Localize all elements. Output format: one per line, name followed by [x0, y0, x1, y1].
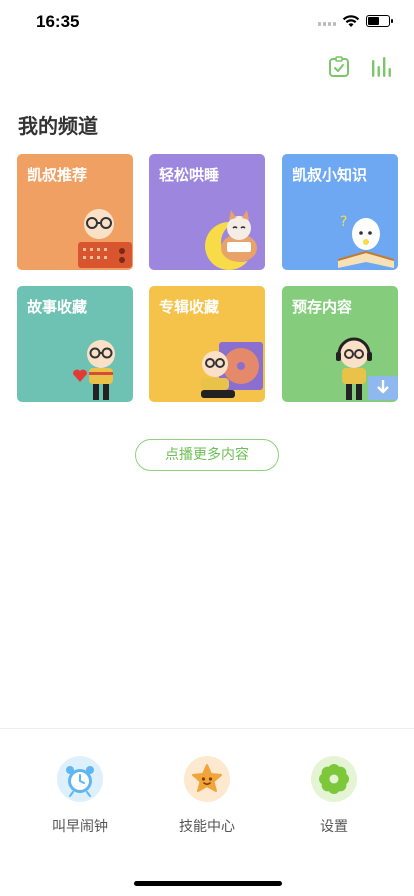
- channel-card-label: 凯叔推荐: [27, 166, 88, 184]
- bars-icon[interactable]: [371, 56, 393, 78]
- tab-alarm[interactable]: 叫早闹钟: [30, 756, 130, 836]
- old-man-heart-icon: [72, 340, 115, 400]
- tab-skills[interactable]: 技能中心: [157, 756, 257, 836]
- page-title: 我的频道: [18, 114, 98, 138]
- channel-card-label: 专辑收藏: [159, 298, 220, 316]
- channel-card-label: 预存内容: [292, 298, 353, 316]
- channel-card-saved-content[interactable]: 预存内容: [282, 286, 398, 402]
- channel-card-album-favorites[interactable]: 专辑收藏: [149, 286, 265, 402]
- old-man-radio-icon: [78, 209, 132, 268]
- tab-settings[interactable]: 设置: [284, 756, 384, 836]
- channel-card-knowledge[interactable]: 凯叔小知识 ?: [282, 154, 398, 270]
- star-icon: [184, 756, 230, 802]
- status-bar: 16:35: [0, 0, 414, 44]
- channel-card-label: 凯叔小知识: [292, 166, 368, 184]
- svg-text:?: ?: [340, 214, 347, 230]
- channel-grid: 凯叔推荐 轻松哄睡 凯叔小知识 ? 故事收藏 专辑收藏 预存内容: [17, 154, 398, 402]
- alarm-clock-icon: [57, 756, 103, 802]
- channel-card-sleep[interactable]: 轻松哄睡: [149, 154, 265, 270]
- old-man-headphones-icon: [336, 337, 398, 400]
- more-content-button[interactable]: 点播更多内容: [135, 439, 279, 471]
- check-icon[interactable]: [328, 56, 350, 78]
- signal-icon: [318, 22, 336, 28]
- cat-moon-icon: [205, 210, 261, 270]
- status-time: 16:35: [36, 12, 80, 31]
- wifi-icon: [342, 15, 360, 27]
- tabbar-divider: [0, 728, 414, 729]
- gear-icon: [311, 756, 357, 802]
- channel-card-recommend[interactable]: 凯叔推荐: [17, 154, 133, 270]
- channel-card-label: 轻松哄睡: [159, 166, 220, 184]
- tab-label: 设置: [320, 819, 348, 835]
- home-indicator[interactable]: [134, 881, 282, 886]
- egg-book-icon: ?: [337, 214, 395, 268]
- tab-label: 技能中心: [179, 819, 235, 835]
- channel-card-label: 故事收藏: [27, 298, 88, 316]
- battery-icon: [366, 15, 393, 27]
- channel-card-story-favorites[interactable]: 故事收藏: [17, 286, 133, 402]
- tab-label: 叫早闹钟: [52, 819, 108, 835]
- old-man-record-icon: [201, 342, 263, 398]
